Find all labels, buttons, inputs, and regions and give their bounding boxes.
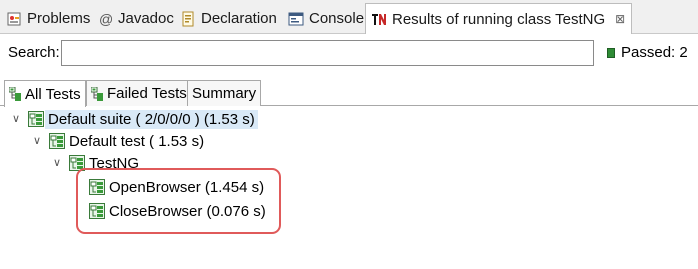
- chevron-down-icon[interactable]: ∨: [51, 157, 63, 169]
- tab-declaration-label: Declaration: [201, 10, 277, 27]
- suite-label: Default suite ( 2/0/0/0 ) (1.53 s): [45, 109, 258, 129]
- tab-console[interactable]: Console: [288, 4, 364, 33]
- declaration-icon: [180, 11, 196, 27]
- tab-javadoc[interactable]: @ Javadoc: [99, 4, 174, 33]
- annotation-highlight-box: [76, 168, 281, 234]
- test-hierarchy-icon: [8, 86, 22, 101]
- tree-node-suite[interactable]: ∨ Default suite ( 2/0/0/0 ) (1.53 s): [10, 108, 258, 130]
- tree-node-test[interactable]: ∨ Default test ( 1.53 s): [31, 130, 204, 152]
- search-row: Search: Passed: 2: [0, 38, 698, 70]
- tab-testng-results-label: Results of running class TestNG: [392, 10, 606, 28]
- tab-failed-tests-label: Failed Tests: [107, 85, 187, 102]
- javadoc-icon: @: [99, 10, 114, 27]
- tab-testng-results[interactable]: Results of running class TestNG ⊠: [365, 3, 633, 34]
- results-subtab-bar: All Tests Failed Tests Summary: [0, 80, 698, 107]
- test-label: Default test ( 1.53 s): [69, 132, 205, 150]
- pass-status-icon: [607, 47, 615, 58]
- tab-declaration[interactable]: Declaration: [180, 4, 277, 33]
- search-input[interactable]: [61, 40, 594, 66]
- close-icon[interactable]: ⊠: [615, 12, 625, 26]
- tab-summary-label: Summary: [192, 85, 257, 102]
- tab-failed-tests[interactable]: Failed Tests: [86, 80, 192, 106]
- tab-javadoc-label: Javadoc: [118, 10, 174, 27]
- testng-icon: [371, 11, 387, 27]
- tab-console-label: Console: [309, 10, 365, 27]
- console-icon: [288, 11, 304, 27]
- chevron-down-icon[interactable]: ∨: [31, 135, 43, 147]
- chevron-down-icon[interactable]: ∨: [10, 113, 22, 125]
- passed-label: Passed: 2: [621, 44, 688, 61]
- suite-icon: [28, 111, 44, 127]
- test-icon: [49, 133, 65, 149]
- passed-counter: Passed: 2: [607, 44, 688, 61]
- tab-all-tests[interactable]: All Tests: [4, 80, 86, 107]
- problems-icon: [6, 11, 22, 27]
- tab-problems[interactable]: Problems: [6, 4, 90, 33]
- tab-summary[interactable]: Summary: [187, 80, 262, 106]
- search-label: Search:: [8, 44, 60, 61]
- view-tab-bar: Problems @ Javadoc Declaration Console R…: [0, 0, 698, 34]
- failed-tests-icon: [90, 86, 104, 101]
- tab-problems-label: Problems: [27, 10, 91, 27]
- tab-all-tests-label: All Tests: [25, 85, 81, 103]
